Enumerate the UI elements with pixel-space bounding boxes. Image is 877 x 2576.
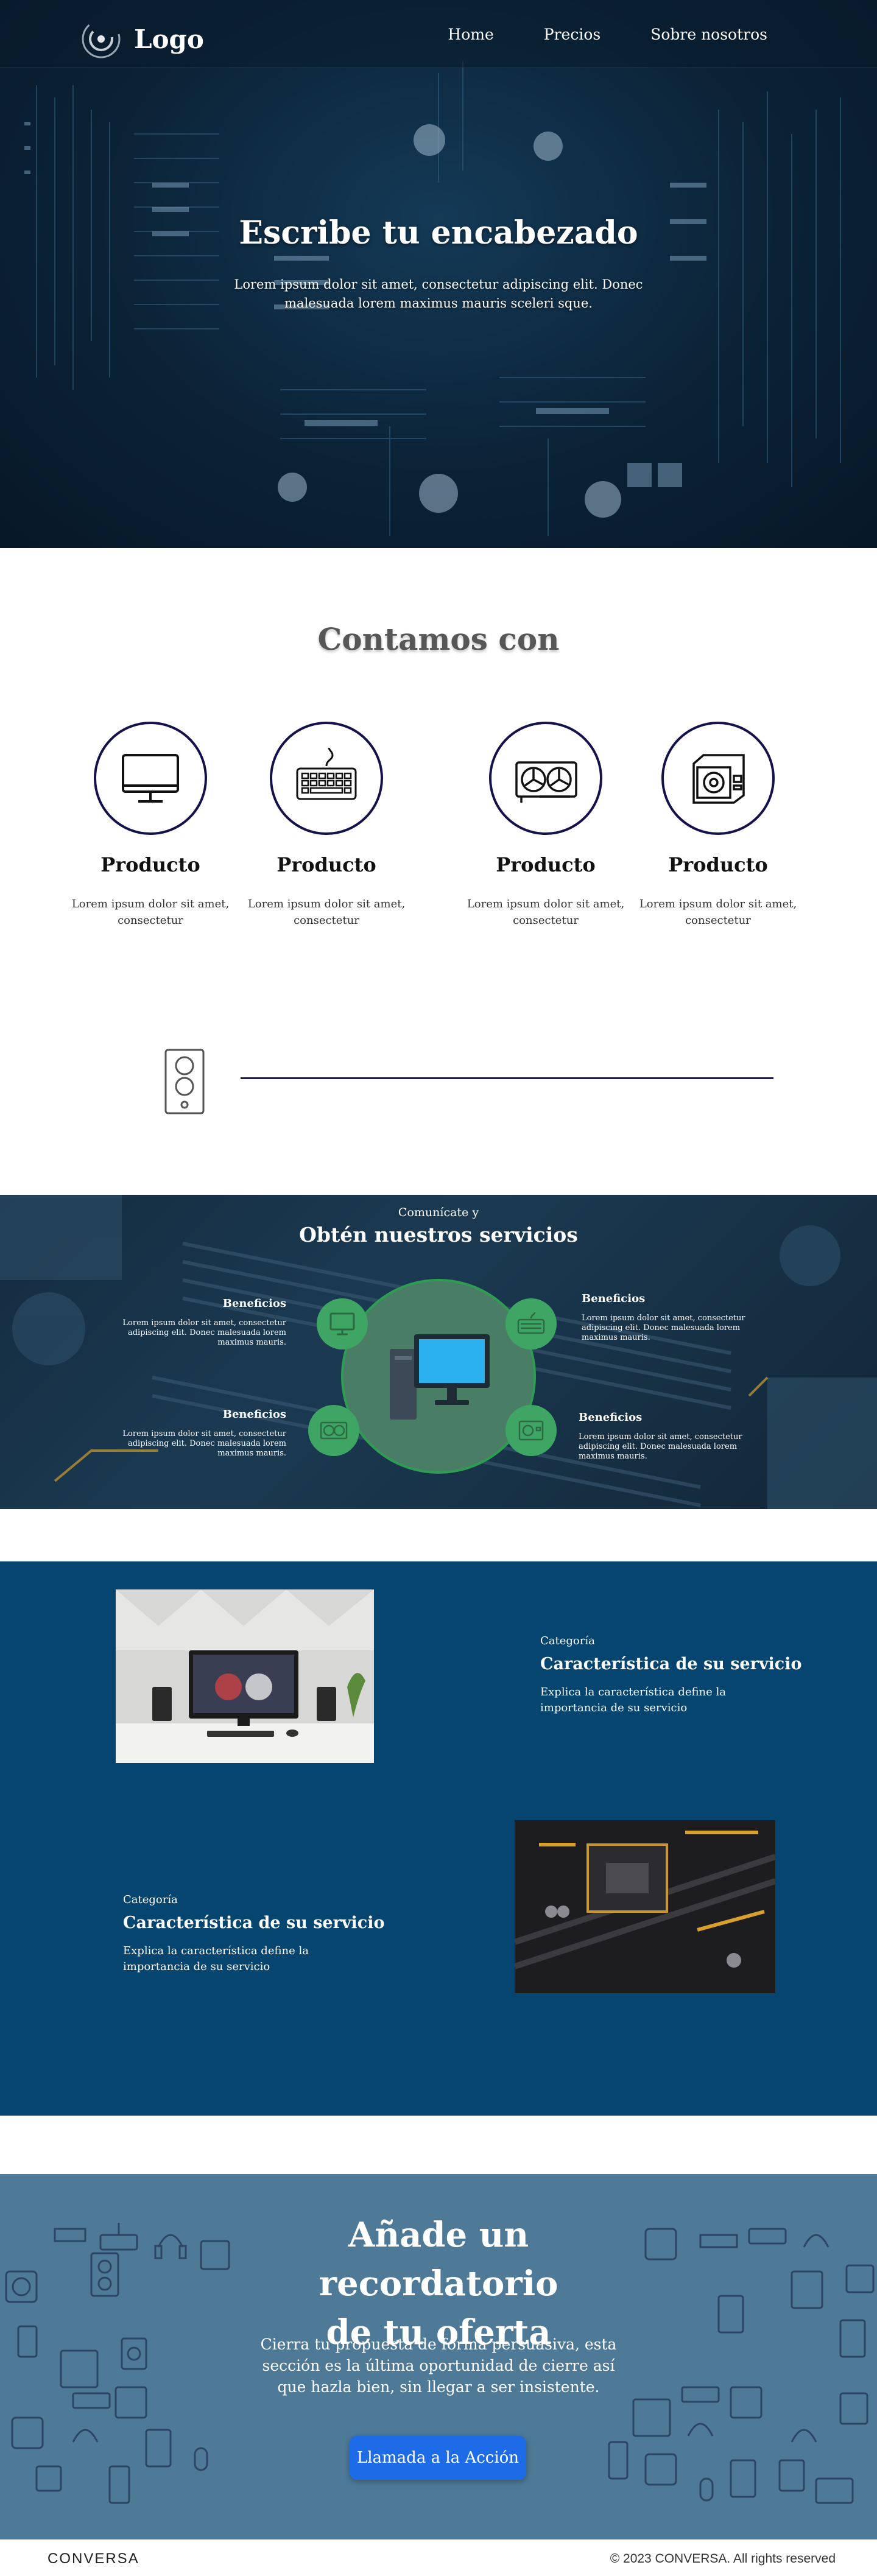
monitor-icon — [122, 754, 179, 803]
category-title: Característica de su servicio — [540, 1655, 802, 1673]
category-image-motherboard — [515, 1820, 775, 1993]
feature-card: Producto Lorem ipsum dolor sit amet, con… — [241, 722, 412, 929]
benefit-description: Lorem ipsum dolor sit amet, consectetur … — [582, 1314, 745, 1342]
desktop-setup-image — [116, 1589, 374, 1763]
hero-subtitle: Lorem ipsum dolor sit amet, consectetur … — [234, 277, 643, 311]
feature-icon-circle — [94, 722, 207, 835]
nav-link-precios[interactable]: Precios — [544, 26, 601, 43]
benefit-title: Beneficios — [579, 1411, 643, 1424]
category-description: Explica la característica define la impo… — [123, 1944, 309, 1973]
keyboard-icon — [517, 1312, 545, 1334]
cta-section: Añade un recordatorio de tu oferta Cierr… — [0, 2174, 877, 2539]
categories-section: Categoría Característica de su servicio … — [0, 1561, 877, 2116]
feature-card: Producto Lorem ipsum dolor sit amet, con… — [633, 722, 803, 929]
footer-copyright: © 2023 CONVERSA. All rights reserved — [610, 2552, 836, 2566]
power-supply-icon — [518, 1420, 544, 1441]
section-divider — [241, 1077, 773, 1079]
main-nav: Home Precios Sobre nosotros — [448, 26, 767, 43]
feature-icon-circle — [489, 722, 602, 835]
service-node — [505, 1405, 557, 1456]
benefit-item: Beneficios Lorem ipsum dolor sit amet, c… — [104, 1408, 286, 1459]
feature-description: Lorem ipsum dolor sit amet, consectetur — [639, 898, 797, 927]
category-text-block: Categoría Característica de su servicio … — [540, 1635, 801, 1716]
benefit-description: Lorem ipsum dolor sit amet, consectetur … — [122, 1429, 286, 1458]
feature-name: Producto — [276, 853, 376, 876]
feature-name: Producto — [668, 853, 768, 876]
category-image-desktop-setup — [116, 1589, 374, 1763]
graphics-card-icon — [320, 1421, 348, 1440]
feature-icon-circle — [661, 722, 775, 835]
service-node — [505, 1298, 557, 1350]
benefit-item: Beneficios Lorem ipsum dolor sit amet, c… — [104, 1297, 286, 1348]
benefit-item: Beneficios Lorem ipsum dolor sit amet, c… — [579, 1411, 767, 1462]
service-node — [317, 1298, 368, 1350]
monitor-icon — [329, 1312, 355, 1336]
pc-tower-icon — [164, 1049, 205, 1114]
services-pretitle: Comunícate y — [398, 1206, 479, 1219]
category-label: Categoría — [540, 1635, 595, 1647]
top-navigation-bar: Logo Home Precios Sobre nosotros — [0, 0, 877, 68]
feature-description: Lorem ipsum dolor sit amet, consectetur — [71, 898, 230, 927]
hero-section: Logo Home Precios Sobre nosotros Escribe… — [0, 0, 877, 548]
hero-title: Escribe tu encabezado — [239, 214, 638, 252]
logo-text: Logo — [134, 24, 204, 54]
cta-title-line-1: Añade un recordatorio — [319, 2215, 558, 2304]
benefit-title: Beneficios — [222, 1408, 286, 1421]
category-label: Categoría — [123, 1893, 178, 1906]
benefit-description: Lorem ipsum dolor sit amet, consectetur … — [579, 1432, 742, 1461]
footer-brand[interactable]: CONVERSA — [48, 2550, 139, 2567]
services-center-circle — [341, 1279, 536, 1474]
services-title: Obtén nuestros servicios — [299, 1223, 578, 1247]
feature-name: Producto — [100, 853, 200, 876]
services-section: Comunícate y Obtén nuestros servicios Be… — [0, 1195, 877, 1509]
benefit-description: Lorem ipsum dolor sit amet, consectetur … — [122, 1318, 286, 1347]
call-to-action-button[interactable]: Llamada a la Acción — [350, 2436, 526, 2480]
feature-description: Lorem ipsum dolor sit amet, consectetur — [467, 898, 625, 927]
feature-icon-circle — [270, 722, 383, 835]
nav-link-home[interactable]: Home — [448, 26, 493, 43]
feature-card: Producto Lorem ipsum dolor sit amet, con… — [460, 722, 631, 929]
benefit-title: Beneficios — [222, 1297, 286, 1310]
power-supply-icon — [692, 754, 745, 804]
circuit-board-background — [24, 61, 841, 536]
benefit-title: Beneficios — [582, 1292, 646, 1305]
graphics-card-icon — [515, 761, 577, 803]
motherboard-image — [515, 1820, 775, 1993]
category-description: Explica la característica define la impo… — [540, 1686, 726, 1714]
category-title: Característica de su servicio — [123, 1913, 385, 1932]
feature-card: Producto Lorem ipsum dolor sit amet, con… — [65, 722, 236, 929]
cta-description: Cierra tu propuesta de forma persuasiva,… — [260, 2335, 617, 2396]
desktop-computer-icon — [390, 1334, 490, 1420]
footer: CONVERSA © 2023 CONVERSA. All rights res… — [0, 2539, 877, 2576]
feature-name: Producto — [496, 853, 596, 876]
category-text-block: Categoría Característica de su servicio … — [123, 1893, 384, 1975]
keyboard-icon — [296, 747, 357, 800]
feature-description: Lorem ipsum dolor sit amet, consectetur — [247, 898, 406, 927]
nav-link-sobre-nosotros[interactable]: Sobre nosotros — [650, 26, 767, 43]
features-section: Contamos con Producto Lorem ipsum dolor … — [0, 548, 877, 1195]
logo-swirl-icon — [82, 19, 121, 58]
benefit-item: Beneficios Lorem ipsum dolor sit amet, c… — [582, 1292, 770, 1343]
logo[interactable]: Logo — [79, 17, 204, 61]
features-title: Contamos con — [317, 621, 560, 657]
service-node — [308, 1405, 359, 1456]
